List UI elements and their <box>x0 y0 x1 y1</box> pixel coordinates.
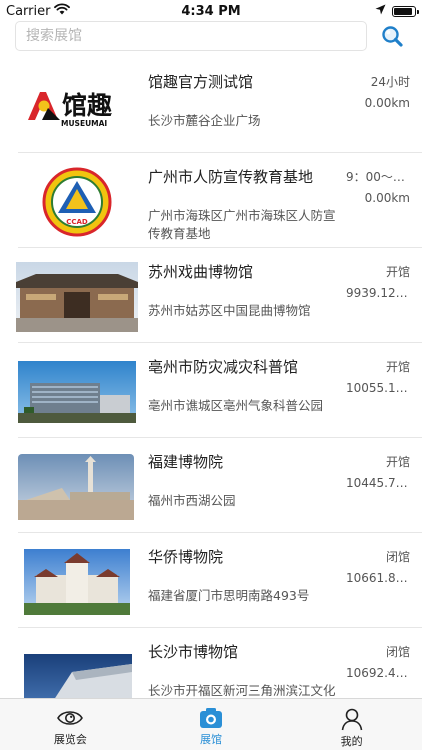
tab-museums[interactable]: 展馆 <box>141 699 282 750</box>
museum-list-item[interactable]: CCAD 广州市人防宣传教育基地 9：00～1... 0.00km 广州市海珠区… <box>0 153 422 248</box>
search-row <box>0 20 422 54</box>
museum-list-item[interactable]: 华侨博物院 闭馆 10661.83... 福建省厦门市思明南路493号 <box>0 533 422 628</box>
museum-photo <box>16 357 138 427</box>
search-button[interactable] <box>378 22 406 50</box>
museum-address: 福建省厦门市思明南路493号 <box>148 588 310 603</box>
museum-address: 长沙市开福区新河三角洲滨江文化园 <box>148 683 336 698</box>
museum-address: 福州市西湖公园 <box>148 493 236 508</box>
museum-list-item[interactable]: 福建博物院 开馆 10445.75... 福州市西湖公园 <box>0 438 422 533</box>
museum-name: 苏州戏曲博物馆 <box>148 263 254 281</box>
museum-name: 长沙市博物馆 <box>148 643 239 661</box>
wifi-icon <box>54 3 71 19</box>
battery-icon <box>392 5 419 17</box>
museum-list-item[interactable]: 苏州戏曲博物馆 开馆 9939.12km 苏州市姑苏区中国昆曲博物馆 <box>0 248 422 343</box>
museum-distance: 10055.13... <box>346 381 410 395</box>
museum-status: 开馆 <box>385 360 410 374</box>
carrier-label: Carrier <box>6 3 51 19</box>
museum-status: 闭馆 <box>385 645 410 659</box>
museum-status: 24小时 <box>370 75 410 89</box>
museum-status: 开馆 <box>385 265 410 279</box>
tab-label: 我的 <box>340 735 363 748</box>
museum-list[interactable]: 馆趣 MUSEUMAI 馆趣官方测试馆 24小时 0.00km 长沙市麓谷企业广… <box>0 58 422 698</box>
tab-label: 展馆 <box>200 733 222 746</box>
museum-name: 广州市人防宣传教育基地 <box>148 168 314 186</box>
museum-distance: 0.00km <box>364 96 410 110</box>
museum-name: 福建博物院 <box>148 453 224 471</box>
museum-name: 亳州市防灾减灾科普馆 <box>148 358 299 376</box>
museum-logo-ccad: CCAD <box>16 167 138 237</box>
museum-distance: 10661.83... <box>346 571 410 585</box>
logo-text: 馆趣 <box>62 91 112 120</box>
museum-list-item[interactable]: 长沙市博物馆 闭馆 10692.47... 长沙市开福区新河三角洲滨江文化园 <box>0 628 422 698</box>
museum-list-item[interactable]: 馆趣 MUSEUMAI 馆趣官方测试馆 24小时 0.00km 长沙市麓谷企业广… <box>0 58 422 153</box>
museum-photo <box>16 262 138 332</box>
museum-distance: 10692.47... <box>346 666 410 680</box>
location-arrow-icon <box>375 4 386 19</box>
person-icon <box>341 708 362 731</box>
museum-list-item[interactable]: 亳州市防灾减灾科普馆 开馆 10055.13... 亳州市谯城区亳州气象科普公园 <box>0 343 422 438</box>
tab-me[interactable]: 我的 <box>281 699 422 750</box>
museum-address: 苏州市姑苏区中国昆曲博物馆 <box>148 303 311 318</box>
museum-photo <box>16 642 138 698</box>
museum-status: 开馆 <box>385 455 410 469</box>
tab-label: 展览会 <box>53 733 87 746</box>
museum-logo-museumai: 馆趣 MUSEUMAI <box>16 72 138 142</box>
tab-exhibitions[interactable]: 展览会 <box>0 699 141 750</box>
museum-icon <box>200 708 222 728</box>
museum-distance: 10445.75... <box>346 476 410 490</box>
museum-status: 闭馆 <box>385 550 410 564</box>
museum-address: 亳州市谯城区亳州气象科普公园 <box>148 398 324 413</box>
tab-bar: 展览会 展馆 我的 <box>0 698 422 750</box>
museum-name: 馆趣官方测试馆 <box>148 73 254 91</box>
search-input[interactable] <box>15 21 367 51</box>
status-left: Carrier <box>6 3 71 19</box>
museum-photo <box>16 452 138 522</box>
museum-address: 长沙市麓谷企业广场 <box>148 113 261 128</box>
museum-address: 广州市海珠区广州市海珠区人防宣传教育基地 <box>148 208 336 241</box>
status-right <box>375 4 419 19</box>
museum-photo <box>16 547 138 617</box>
battery-fill <box>394 7 412 15</box>
museum-status: 9：00～1... <box>346 170 410 184</box>
museum-name: 华侨博物院 <box>148 548 224 566</box>
search-icon <box>382 26 403 47</box>
logo-subtext: MUSEUMAI <box>61 119 107 128</box>
eye-icon <box>57 711 84 725</box>
museum-distance: 9939.12km <box>346 286 410 300</box>
logo-text: CCAD <box>66 218 88 226</box>
museum-distance: 0.00km <box>364 191 410 205</box>
status-bar: Carrier 4:34 PM <box>0 0 422 22</box>
